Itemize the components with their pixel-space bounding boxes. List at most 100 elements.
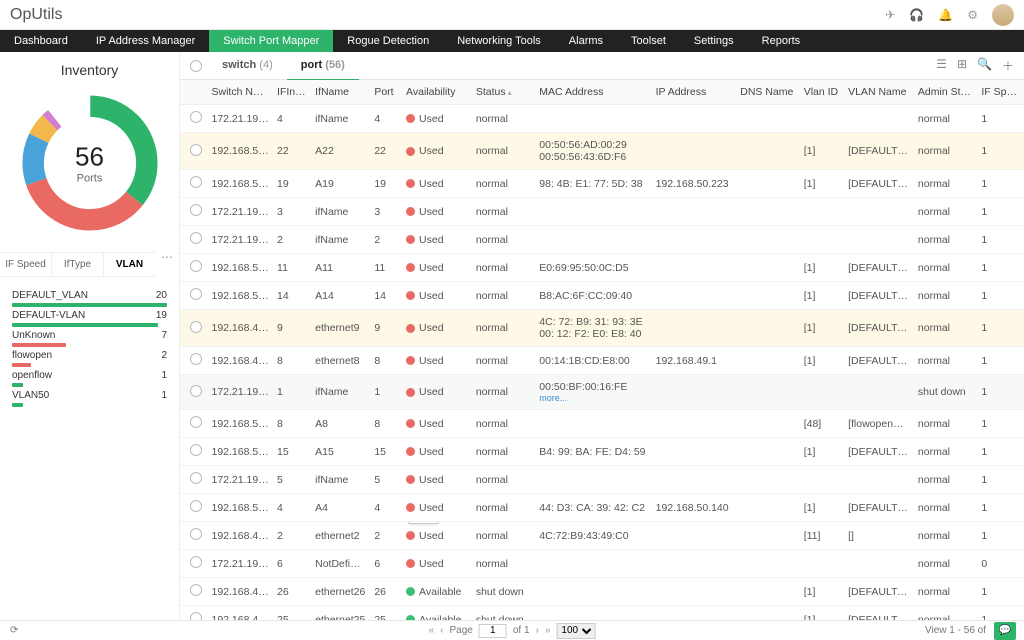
- search-icon[interactable]: 🔍: [977, 57, 992, 74]
- vlan-item[interactable]: VLAN501: [12, 387, 167, 401]
- row-checkbox[interactable]: [190, 528, 202, 540]
- col-header[interactable]: Vlan ID: [800, 80, 844, 105]
- nav-settings[interactable]: Settings: [680, 30, 748, 52]
- table-row[interactable]: 192.168.50.…11A1111UsednormalE0:69:95:50…: [180, 254, 1024, 282]
- bell-icon[interactable]: 🔔: [938, 8, 953, 22]
- nav-rogue-detection[interactable]: Rogue Detection: [333, 30, 443, 52]
- donut-value: 56: [75, 142, 104, 173]
- col-header[interactable]: Switch Name▴: [207, 80, 273, 105]
- row-checkbox[interactable]: [190, 556, 202, 568]
- row-checkbox[interactable]: [190, 288, 202, 300]
- col-header[interactable]: IF Speed: [977, 80, 1024, 105]
- page-label: Page: [449, 625, 472, 636]
- table-row[interactable]: 192.168.50.…15A1515UsednormalB4: 99: BA:…: [180, 438, 1024, 466]
- more-link[interactable]: more...: [539, 393, 647, 403]
- nav-networking-tools[interactable]: Networking Tools: [443, 30, 555, 52]
- first-page-icon[interactable]: «: [429, 625, 435, 636]
- col-header[interactable]: IfName: [311, 80, 370, 105]
- tab-port[interactable]: port (56): [287, 52, 359, 81]
- table-row[interactable]: 192.168.49.…8ethernet88Usednormal00:14:1…: [180, 347, 1024, 375]
- footer: ⟳ « ‹ Page of 1 › » 100 View 1 - 56 of 💬: [0, 620, 1024, 640]
- sidebar: Inventory 56 Ports IF SpeedIfTypeVLAN ⋯ …: [0, 52, 180, 620]
- table-row[interactable]: 172.21.197.…4ifName4Usednormalnormal1: [180, 105, 1024, 133]
- table-row[interactable]: 192.168.50.…19A1919Usednormal98: 4B: E1:…: [180, 170, 1024, 198]
- chat-icon[interactable]: 💬: [994, 622, 1016, 640]
- row-checkbox[interactable]: [190, 260, 202, 272]
- table-row[interactable]: 192.168.49.…26ethernet2626Availableshut …: [180, 578, 1024, 606]
- tooltip: Used: [408, 522, 439, 525]
- vlan-item[interactable]: UnKnown7: [12, 327, 167, 341]
- page-of: of 1: [513, 625, 530, 636]
- sidebar-tab-vlan[interactable]: VLAN: [104, 253, 155, 276]
- row-checkbox[interactable]: [190, 353, 202, 365]
- last-page-icon[interactable]: »: [545, 625, 551, 636]
- vlan-item[interactable]: flowopen2: [12, 347, 167, 361]
- vlan-item[interactable]: DEFAULT_VLAN20: [12, 287, 167, 301]
- sidebar-tab-iftype[interactable]: IfType: [52, 253, 104, 276]
- col-header[interactable]: MAC Address: [535, 80, 651, 105]
- page-input[interactable]: [479, 624, 507, 638]
- table-row[interactable]: 192.168.50.…8A88Usednormal[48][flowopen……: [180, 410, 1024, 438]
- tab-switch[interactable]: switch (4): [208, 52, 287, 80]
- table-row[interactable]: 172.21.197.…2ifName2Usednormalnormal1: [180, 226, 1024, 254]
- table-row[interactable]: 172.21.197.…5ifName5Usednormalnormal1: [180, 466, 1024, 494]
- nav-toolset[interactable]: Toolset: [617, 30, 680, 52]
- row-checkbox[interactable]: [190, 144, 202, 156]
- launch-icon[interactable]: ✈: [885, 8, 895, 22]
- row-checkbox[interactable]: [190, 111, 202, 123]
- col-header[interactable]: IFIndex: [273, 80, 311, 105]
- nav-alarms[interactable]: Alarms: [555, 30, 617, 52]
- col-header[interactable]: DNS Name: [736, 80, 799, 105]
- vlan-list: DEFAULT_VLAN20 DEFAULT-VLAN19 UnKnown7 flow…: [0, 277, 179, 417]
- table-row[interactable]: 192.168.50.…14A1414UsednormalB8:AC:6F:CC…: [180, 282, 1024, 310]
- row-checkbox[interactable]: [190, 176, 202, 188]
- table-row[interactable]: 192.168.49.…9ethernet99Usednormal4C: 72:…: [180, 310, 1024, 347]
- gear-icon[interactable]: ⚙: [967, 8, 978, 22]
- prev-page-icon[interactable]: ‹: [440, 625, 443, 636]
- row-checkbox[interactable]: [190, 472, 202, 484]
- sidebar-tab-if-speed[interactable]: IF Speed: [0, 253, 52, 276]
- col-header[interactable]: Availability: [402, 80, 472, 105]
- nav-switch-port-mapper[interactable]: Switch Port Mapper: [209, 30, 333, 52]
- help-icon[interactable]: 🎧: [909, 8, 924, 22]
- col-header[interactable]: Port: [370, 80, 402, 105]
- grid-view-icon[interactable]: ⊞: [957, 57, 967, 74]
- row-checkbox[interactable]: [190, 444, 202, 456]
- refresh-icon[interactable]: ⟳: [10, 625, 18, 636]
- vlan-bar: [12, 403, 23, 407]
- table-row[interactable]: 172.21.197.…1ifName1Usednormal00:50:BF:0…: [180, 375, 1024, 410]
- table-row[interactable]: 192.168.50.…22A2222Usednormal00:50:56:AD…: [180, 133, 1024, 170]
- per-page-select[interactable]: 100: [556, 623, 595, 639]
- main: switch (4)port (56) ☰ ⊞ 🔍 ＋ Switch Name▴…: [180, 52, 1024, 620]
- table-row[interactable]: 192.168.49.…2ethernet22UsedUsednormal4C:…: [180, 522, 1024, 550]
- nav-dashboard[interactable]: Dashboard: [0, 30, 82, 52]
- next-page-icon[interactable]: ›: [536, 625, 539, 636]
- row-checkbox[interactable]: [190, 204, 202, 216]
- row-checkbox[interactable]: [190, 321, 202, 333]
- row-checkbox[interactable]: [190, 416, 202, 428]
- col-header[interactable]: Admin Status: [914, 80, 977, 105]
- list-view-icon[interactable]: ☰: [936, 57, 947, 74]
- table-row[interactable]: 192.168.49.…25ethernet2525Availableshut …: [180, 606, 1024, 621]
- nav-ip-address-manager[interactable]: IP Address Manager: [82, 30, 209, 52]
- row-checkbox[interactable]: [190, 385, 202, 397]
- col-header[interactable]: IP Address: [652, 80, 737, 105]
- col-header[interactable]: VLAN Name: [844, 80, 914, 105]
- ports-table-wrap[interactable]: Switch Name▴IFIndexIfNamePortAvailabilit…: [180, 80, 1024, 620]
- col-header[interactable]: [180, 80, 207, 105]
- nav-reports[interactable]: Reports: [748, 30, 815, 52]
- table-row[interactable]: 172.21.197.…3ifName3Usednormalnormal1: [180, 198, 1024, 226]
- table-row[interactable]: 172.21.197.…6NotDefined6Usednormalnormal…: [180, 550, 1024, 578]
- row-checkbox[interactable]: [190, 612, 202, 620]
- vlan-item[interactable]: DEFAULT-VLAN19: [12, 307, 167, 321]
- table-row[interactable]: 192.168.50.…4A44Usednormal44: D3: CA: 39…: [180, 494, 1024, 522]
- more-icon[interactable]: ⋯: [155, 246, 179, 277]
- select-all-checkbox[interactable]: [190, 60, 202, 72]
- row-checkbox[interactable]: [190, 232, 202, 244]
- add-icon[interactable]: ＋: [1002, 57, 1014, 74]
- avatar[interactable]: [992, 4, 1014, 26]
- row-checkbox[interactable]: [190, 584, 202, 596]
- vlan-item[interactable]: openflow1: [12, 367, 167, 381]
- col-header[interactable]: Status▴: [472, 80, 535, 105]
- row-checkbox[interactable]: [190, 500, 202, 512]
